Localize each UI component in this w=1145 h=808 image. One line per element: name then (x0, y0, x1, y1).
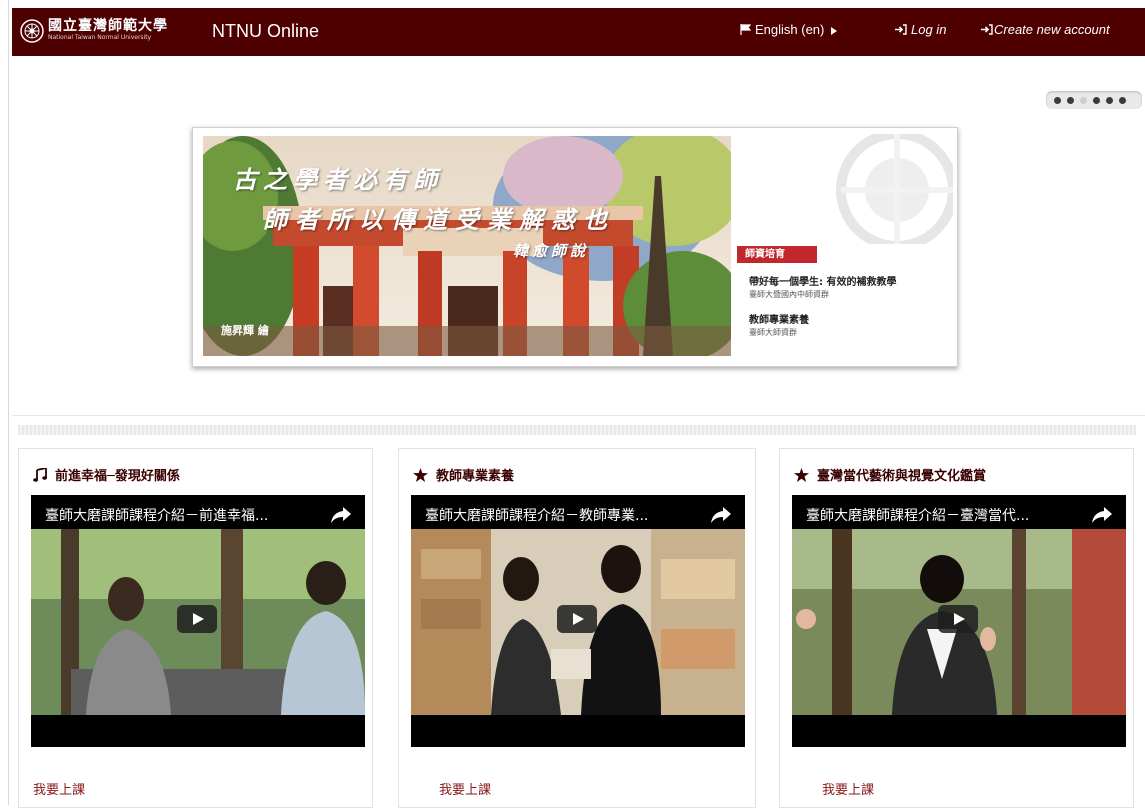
carousel-indicator (1046, 91, 1142, 109)
star-icon (413, 468, 428, 482)
enroll-link[interactable]: 我要上課 (822, 779, 874, 798)
carousel-dot-active[interactable] (1080, 97, 1087, 104)
brand-chinese-name: 國立臺灣師範大學 (48, 18, 168, 34)
course-card: 前進幸福─發現好關係 臺師大磨課師課程介紹－前進幸福... 我要上課 (18, 448, 373, 808)
video-title[interactable]: 臺師大磨課師課程介紹－教師專業... (425, 505, 715, 525)
sign-in-icon (981, 24, 993, 35)
carousel-dot[interactable] (1093, 97, 1100, 104)
carousel-dot[interactable] (1106, 97, 1113, 104)
brand-logo-text[interactable]: 國立臺灣師範大學 National Taiwan Normal Universi… (48, 18, 198, 46)
course-video-player[interactable]: 臺師大磨課師課程介紹－前進幸福... (31, 495, 365, 747)
calligraphy-line-2: 師者所以傳道受業解惑也 (263, 205, 615, 234)
hero-banner[interactable]: 古之學者必有師 師者所以傳道受業解惑也 韓愈師說 施昇輝 繪 師資培育 帶好每一… (192, 127, 958, 367)
play-button[interactable] (557, 605, 597, 633)
section-band (18, 425, 1136, 435)
course-title[interactable]: 前進幸福─發現好關係 (33, 465, 180, 484)
carousel-dot[interactable] (1054, 97, 1061, 104)
calligraphy-line-1: 古之學者必有師 (233, 165, 443, 194)
login-link[interactable]: Log in (895, 22, 946, 37)
calligraphy-line-3: 韓愈師說 (513, 242, 590, 260)
course-title-text: 前進幸福─發現好關係 (55, 469, 180, 484)
banner-course-title[interactable]: 帶好每一個學生: 有效的補救教學 (749, 273, 896, 288)
course-card: 臺灣當代藝術與視覺文化鑑賞 臺師大磨課師課程介紹－臺灣當代... 我要上課 (779, 448, 1134, 808)
course-title[interactable]: 教師專業素養 (413, 465, 514, 484)
share-icon[interactable] (711, 507, 731, 523)
language-menu[interactable]: English (en) (740, 22, 837, 37)
site-name[interactable]: NTNU Online (212, 21, 319, 42)
caret-right-icon (831, 27, 837, 35)
top-navbar: 國立臺灣師範大學 National Taiwan Normal Universi… (12, 8, 1145, 56)
university-seal-watermark (836, 134, 953, 244)
course-video-player[interactable]: 臺師大磨課師課程介紹－臺灣當代... (792, 495, 1126, 747)
create-account-link[interactable]: Create new account (981, 22, 1110, 37)
course-title[interactable]: 臺灣當代藝術與視覺文化鑑賞 (794, 465, 986, 484)
brand-english-name: National Taiwan Normal University (48, 34, 152, 41)
flag-icon (740, 24, 752, 35)
banner-course-title[interactable]: 教師專業素養 (749, 311, 809, 326)
video-title[interactable]: 臺師大磨課師課程介紹－臺灣當代... (806, 505, 1096, 525)
course-title-text: 臺灣當代藝術與視覺文化鑑賞 (817, 469, 987, 484)
course-video-player[interactable]: 臺師大磨課師課程介紹－教師專業... (411, 495, 745, 747)
university-emblem-icon[interactable] (20, 19, 44, 43)
music-note-icon (33, 466, 47, 482)
enroll-link[interactable]: 我要上課 (439, 779, 491, 798)
play-button[interactable] (938, 605, 978, 633)
banner-course-instructor: 臺師大暨國內中師資群 (749, 290, 829, 299)
video-title[interactable]: 臺師大磨課師課程介紹－前進幸福... (45, 505, 335, 525)
course-title-text: 教師專業素養 (436, 469, 515, 484)
language-label: English (en) (755, 22, 825, 37)
page-left-edge (0, 0, 9, 805)
banner-course-instructor: 臺師大師資群 (749, 328, 797, 337)
sign-in-icon (895, 24, 907, 35)
star-icon (794, 468, 809, 482)
course-card: 教師專業素養 臺師大磨課師課程介紹－教師專業... 我要上課 (398, 448, 756, 808)
banner-category-tag: 師資培育 (737, 246, 817, 263)
share-icon[interactable] (331, 507, 351, 523)
create-account-label: Create new account (994, 22, 1110, 37)
share-icon[interactable] (1092, 507, 1112, 523)
section-divider (12, 415, 1145, 416)
login-label: Log in (911, 22, 947, 37)
artist-signature: 施昇輝 繪 (221, 324, 269, 337)
enroll-link[interactable]: 我要上課 (33, 779, 85, 798)
carousel-dot[interactable] (1119, 97, 1126, 104)
play-button[interactable] (177, 605, 217, 633)
carousel-dot[interactable] (1067, 97, 1074, 104)
